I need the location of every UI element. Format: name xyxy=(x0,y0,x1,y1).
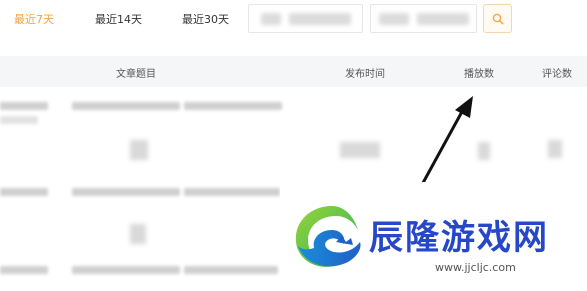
column-header-comments[interactable]: 评论数 xyxy=(542,65,572,80)
end-date-input[interactable] xyxy=(370,4,477,33)
table-header: 文章题目 发布时间 播放数 评论数 xyxy=(0,56,587,87)
search-button[interactable] xyxy=(483,4,512,33)
search-icon xyxy=(492,13,504,25)
tab-last-7-days[interactable]: 最近7天 xyxy=(14,11,54,27)
brand-logo xyxy=(295,206,361,267)
watermark-title: 辰隆游戏网 xyxy=(369,218,549,258)
column-header-article-title: 文章题目 xyxy=(116,69,156,80)
tab-last-30-days[interactable]: 最近30天 xyxy=(182,11,229,27)
start-date-input[interactable] xyxy=(248,4,363,33)
watermark: 辰隆游戏网 www.jjcljc.com xyxy=(280,182,587,291)
column-header-plays[interactable]: 播放数 xyxy=(464,65,494,80)
table-row[interactable] xyxy=(0,96,587,178)
date-filter-bar: 最近7天 最近14天 最近30天 xyxy=(0,0,587,40)
column-header-publish-time: 发布时间 xyxy=(345,69,385,80)
tab-last-14-days[interactable]: 最近14天 xyxy=(95,11,142,27)
watermark-url: www.jjcljc.com xyxy=(435,261,516,274)
